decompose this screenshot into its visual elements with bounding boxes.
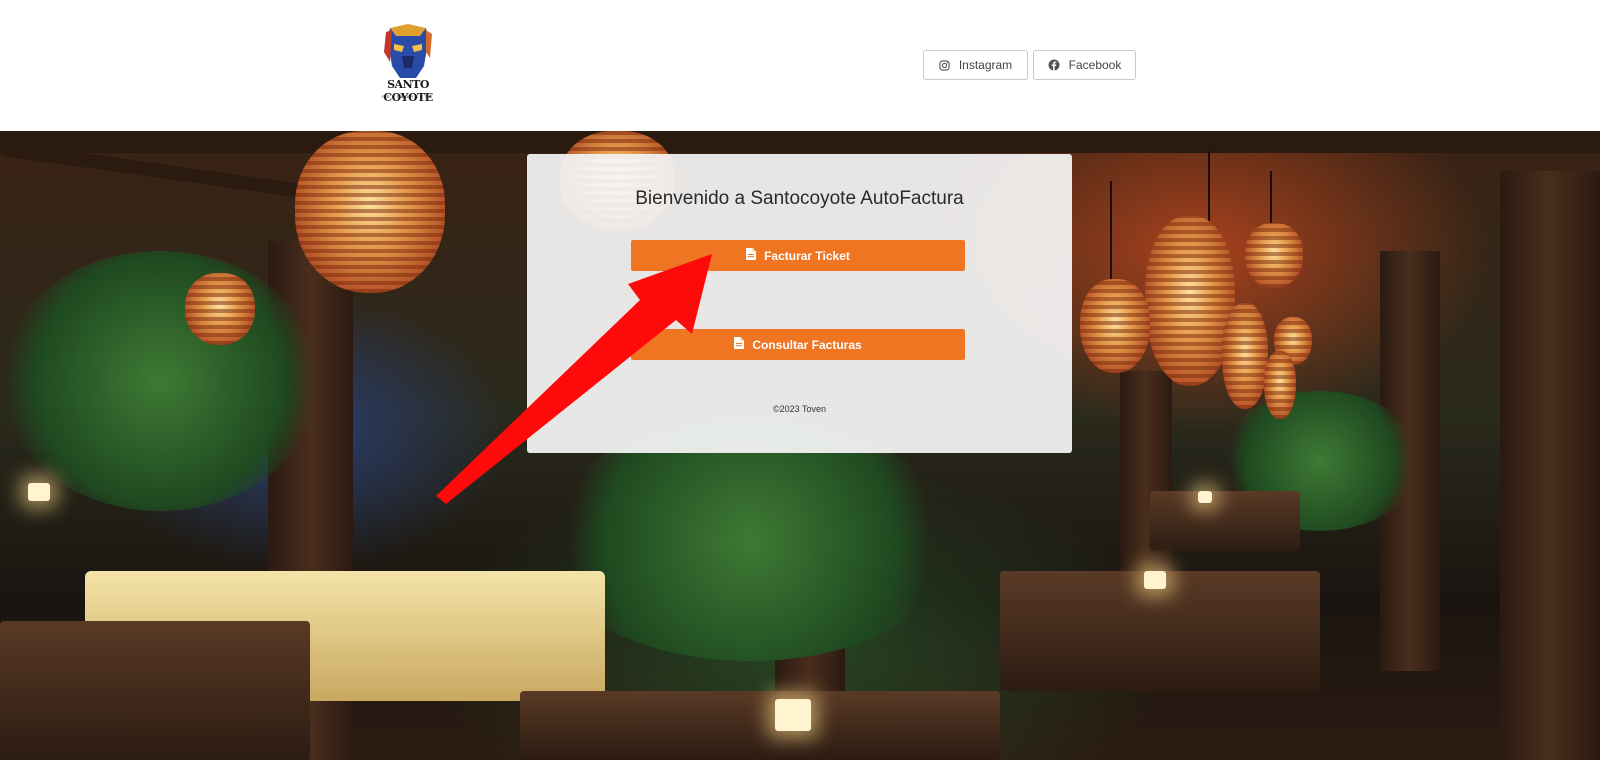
site-header: SANTO COYOTE RESTAURANTE Instagram Faceb… — [0, 0, 1600, 131]
instagram-button[interactable]: Instagram — [923, 50, 1028, 80]
logo-subtext: RESTAURANTE — [382, 94, 434, 99]
logo-text: SANTO COYOTE — [383, 78, 433, 104]
facebook-icon — [1048, 59, 1060, 71]
facebook-label: Facebook — [1068, 58, 1122, 72]
facturar-ticket-button[interactable]: Facturar Ticket — [631, 240, 965, 271]
document-icon — [746, 248, 757, 263]
instagram-icon — [939, 59, 950, 71]
facebook-button[interactable]: Facebook — [1033, 50, 1136, 80]
instagram-label: Instagram — [958, 58, 1013, 72]
autofactura-panel: Bienvenido a Santocoyote AutoFactura Fac… — [527, 154, 1072, 453]
santo-coyote-logo[interactable]: SANTO COYOTE RESTAURANTE — [368, 22, 448, 104]
copyright-text: ©2023 Toven — [772, 404, 826, 414]
welcome-title: Bienvenido a Santocoyote AutoFactura — [635, 188, 964, 209]
facturar-ticket-label: Facturar Ticket — [764, 248, 850, 263]
consultar-facturas-label: Consultar Facturas — [752, 337, 862, 352]
consultar-facturas-button[interactable]: Consultar Facturas — [631, 329, 965, 360]
document-icon — [734, 337, 745, 352]
